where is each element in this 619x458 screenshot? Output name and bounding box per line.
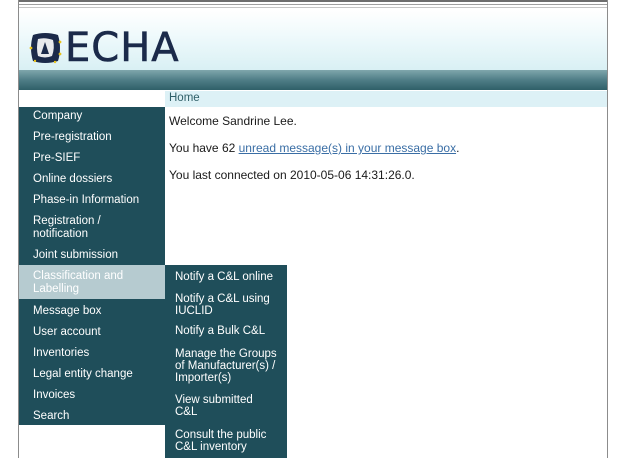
- sidebar-item-search[interactable]: Search: [19, 410, 165, 425]
- browser-frame: ECHA Home Company Pre-registration Pre-S…: [0, 0, 619, 458]
- header-band: [19, 70, 607, 90]
- sidebar-item-invoices[interactable]: Invoices: [19, 389, 165, 408]
- site-header: ECHA: [19, 10, 607, 70]
- last-connected-text: You last connected on 2010-05-06 14:31:2…: [169, 168, 415, 182]
- top-rule-3: [19, 7, 607, 8]
- sidebar-item-user-account[interactable]: User account: [19, 326, 165, 345]
- sidebar-item-company[interactable]: Company: [19, 110, 165, 129]
- unread-messages-link[interactable]: unread message(s) in your message box: [239, 141, 456, 155]
- submenu-item-consult-inventory[interactable]: Consult the public C&L inventory: [165, 429, 287, 455]
- submenu-item-notify-bulk[interactable]: Notify a Bulk C&L: [165, 325, 287, 341]
- top-rule: [19, 0, 607, 2]
- messages-text: You have 62 unread message(s) in your me…: [169, 141, 459, 155]
- top-rule-2: [19, 4, 607, 5]
- sidebar-item-message-box[interactable]: Message box: [19, 305, 165, 324]
- classification-submenu: Notify a C&L online Notify a C&L using I…: [165, 265, 287, 458]
- messages-prefix: You have 62: [169, 141, 239, 155]
- sidebar-item-phase-in-information[interactable]: Phase-in Information: [19, 194, 165, 213]
- submenu-item-manage-groups[interactable]: Manage the Groups of Manufacturer(s) / I…: [165, 348, 287, 386]
- sidebar-item-registration-notification[interactable]: Registration / notification: [19, 215, 165, 245]
- sidebar-item-classification-labelling[interactable]: Classification and Labelling: [19, 265, 165, 299]
- sidebar-item-inventories[interactable]: Inventories: [19, 347, 165, 366]
- page-shell: ECHA Home Company Pre-registration Pre-S…: [18, 0, 608, 458]
- breadcrumb: Home: [165, 91, 607, 107]
- breadcrumb-home[interactable]: Home: [169, 92, 200, 104]
- sidebar-item-legal-entity-change[interactable]: Legal entity change: [19, 368, 165, 387]
- echa-logo-icon: [29, 33, 62, 64]
- sidebar-nav: Company Pre-registration Pre-SIEF Online…: [19, 107, 165, 425]
- sidebar-item-pre-sief[interactable]: Pre-SIEF: [19, 152, 165, 171]
- submenu-item-view-submitted[interactable]: View submitted C&L: [165, 394, 287, 420]
- logo-text: ECHA: [65, 25, 180, 71]
- echa-logo[interactable]: ECHA: [27, 28, 180, 68]
- submenu-item-notify-iuclid[interactable]: Notify a C&L using IUCLID: [165, 293, 287, 319]
- sidebar-item-online-dossiers[interactable]: Online dossiers: [19, 173, 165, 192]
- welcome-text: Welcome Sandrine Lee.: [169, 114, 297, 128]
- messages-suffix: .: [456, 141, 460, 155]
- sidebar-item-pre-registration[interactable]: Pre-registration: [19, 131, 165, 150]
- submenu-item-notify-online[interactable]: Notify a C&L online: [165, 271, 287, 287]
